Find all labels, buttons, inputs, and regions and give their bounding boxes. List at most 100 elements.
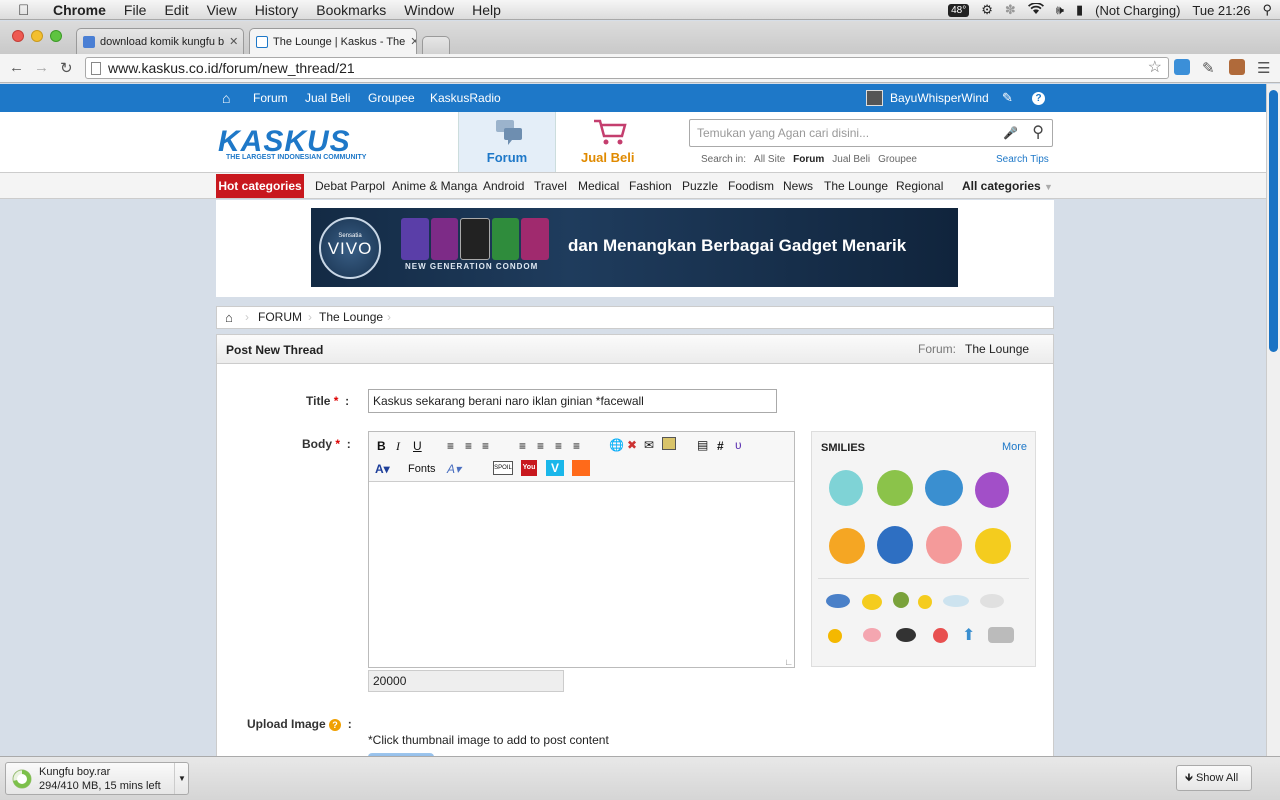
- menu-window[interactable]: Window: [395, 0, 463, 20]
- smiley-large-6[interactable]: [877, 526, 913, 564]
- smiley-small-5[interactable]: [943, 595, 969, 607]
- page-scrollbar[interactable]: [1266, 84, 1280, 756]
- microphone-icon[interactable]: 🎤: [1003, 120, 1018, 146]
- close-icon[interactable]: ✕: [410, 35, 416, 48]
- category-medical[interactable]: Medical: [578, 173, 619, 199]
- menu-app-name[interactable]: Chrome: [44, 0, 115, 20]
- resize-handle-icon[interactable]: ∟: [784, 657, 793, 667]
- battery-status[interactable]: (Not Charging): [1095, 3, 1180, 18]
- help-icon[interactable]: ?: [329, 719, 342, 731]
- new-tab-button[interactable]: [422, 36, 450, 54]
- indent-icon[interactable]: ≡: [573, 439, 580, 453]
- outdent-icon[interactable]: ≡: [555, 439, 562, 453]
- forum-section-tab[interactable]: Forum: [458, 112, 556, 172]
- category-regional[interactable]: Regional: [896, 173, 943, 199]
- forward-arrow-icon[interactable]: →: [34, 59, 49, 76]
- menu-file[interactable]: File: [115, 0, 156, 20]
- category-debat-parpol[interactable]: Debat Parpol: [315, 173, 385, 199]
- apple-icon[interactable]: : [18, 2, 32, 19]
- address-bar[interactable]: www.kaskus.co.id/forum/new_thread/21 ☆: [85, 57, 1169, 79]
- category-android[interactable]: Android: [483, 173, 524, 199]
- forum-name[interactable]: The Lounge: [965, 342, 1029, 356]
- smiley-small-7[interactable]: [828, 629, 842, 643]
- menu-icon[interactable]: ☰: [1257, 59, 1270, 77]
- smiley-small-9[interactable]: [896, 628, 916, 642]
- smiley-small-10[interactable]: [933, 628, 948, 643]
- nav-kaskusradio[interactable]: KaskusRadio: [430, 84, 501, 112]
- quote-icon[interactable]: ▤: [697, 438, 708, 452]
- smiley-small-arrow-up-icon[interactable]: ⬆: [962, 625, 975, 645]
- scrollbar-thumb[interactable]: [1269, 90, 1278, 352]
- bookmark-star-icon[interactable]: ☆: [1148, 58, 1162, 78]
- breadcrumb-the-lounge[interactable]: The Lounge: [319, 307, 383, 328]
- volume-icon[interactable]: 🕪: [1056, 2, 1064, 18]
- nav-jual-beli[interactable]: Jual Beli: [305, 84, 350, 112]
- username-link[interactable]: BayuWhisperWind: [890, 84, 989, 112]
- scope-groupee[interactable]: Groupee: [878, 154, 917, 165]
- camera-extension-icon[interactable]: [1229, 59, 1245, 75]
- smiley-small-3[interactable]: [893, 592, 909, 608]
- category-news[interactable]: News: [783, 173, 813, 199]
- smiley-large-4[interactable]: [975, 472, 1009, 508]
- wifi-icon[interactable]: [1027, 1, 1044, 18]
- smiley-small-6[interactable]: [980, 594, 1004, 608]
- extension-icon[interactable]: ✎: [1202, 59, 1215, 77]
- home-icon[interactable]: ⌂: [222, 84, 230, 112]
- avatar[interactable]: [866, 90, 883, 106]
- show-all-downloads-button[interactable]: 🡻 Show All: [1176, 765, 1252, 791]
- temperature-badge[interactable]: 48°: [948, 3, 970, 17]
- menu-bookmarks[interactable]: Bookmarks: [307, 0, 395, 20]
- insert-image-icon[interactable]: [662, 437, 676, 450]
- bold-icon[interactable]: B: [377, 439, 386, 453]
- text-color-icon[interactable]: A▾: [375, 462, 390, 476]
- category-the-lounge[interactable]: The Lounge: [824, 173, 888, 199]
- window-close-button[interactable]: [12, 30, 24, 42]
- translate-extension-icon[interactable]: [1174, 59, 1190, 75]
- back-arrow-icon[interactable]: ←: [9, 59, 24, 76]
- bullet-list-icon[interactable]: ≡: [519, 439, 526, 453]
- smiley-large-7[interactable]: [926, 526, 962, 564]
- smiley-small-11[interactable]: [988, 627, 1014, 643]
- scope-all-site[interactable]: All Site: [754, 154, 785, 165]
- underline-icon[interactable]: U: [413, 439, 422, 453]
- category-puzzle[interactable]: Puzzle: [682, 173, 718, 199]
- ad-banner[interactable]: Sensatia VIVO NEW GENERATION CONDOM dan …: [311, 208, 958, 287]
- tab-google-search[interactable]: download komik kungfu b ✕: [76, 28, 244, 54]
- search-input[interactable]: Temukan yang Agan cari disini... 🎤 ⚲: [689, 119, 1053, 147]
- category-anime-manga[interactable]: Anime & Manga: [392, 173, 477, 199]
- smiley-large-8[interactable]: [975, 528, 1011, 564]
- smiley-small-1[interactable]: [826, 594, 850, 608]
- scope-jual-beli[interactable]: Jual Beli: [832, 154, 870, 165]
- reload-icon[interactable]: ↻: [60, 59, 73, 77]
- soundcloud-icon[interactable]: [572, 460, 590, 476]
- align-center-icon[interactable]: ≡: [465, 439, 472, 453]
- window-minimize-button[interactable]: [31, 30, 43, 42]
- download-item[interactable]: Kungfu boy.rar 294/410 MB, 15 mins left …: [5, 762, 189, 795]
- hashtag-icon[interactable]: #: [717, 439, 724, 453]
- nav-groupee[interactable]: Groupee: [368, 84, 415, 112]
- gear-icon[interactable]: ⚙: [981, 2, 993, 18]
- insert-link-icon[interactable]: 🌐: [609, 438, 624, 452]
- category-travel[interactable]: Travel: [534, 173, 567, 199]
- menu-edit[interactable]: Edit: [155, 0, 197, 20]
- bluetooth-icon[interactable]: ✽: [1005, 2, 1016, 18]
- menu-help[interactable]: Help: [463, 0, 510, 20]
- vimeo-icon[interactable]: V: [546, 460, 564, 476]
- unlink-icon[interactable]: ✖: [627, 438, 637, 452]
- nav-forum[interactable]: Forum: [253, 84, 288, 112]
- title-field[interactable]: [368, 389, 777, 413]
- tab-kaskus-lounge[interactable]: The Lounge | Kaskus - The ✕: [249, 28, 417, 54]
- hot-categories-label[interactable]: Hot categories: [216, 174, 304, 198]
- close-icon[interactable]: ✕: [229, 35, 238, 48]
- download-menu-chevron-icon[interactable]: ▼: [174, 763, 189, 794]
- italic-icon[interactable]: I: [396, 439, 400, 453]
- scope-forum[interactable]: Forum: [793, 154, 824, 165]
- smiley-small-2[interactable]: [862, 594, 882, 610]
- smilies-more-link[interactable]: More: [1002, 441, 1027, 453]
- fonts-dropdown[interactable]: Fonts: [408, 462, 436, 476]
- insert-email-icon[interactable]: ✉: [644, 438, 654, 452]
- strikethrough-icon[interactable]: υ: [735, 438, 742, 452]
- numbered-list-icon[interactable]: ≡: [537, 439, 544, 453]
- home-icon[interactable]: ⌂: [225, 310, 233, 325]
- body-textarea[interactable]: [369, 483, 794, 667]
